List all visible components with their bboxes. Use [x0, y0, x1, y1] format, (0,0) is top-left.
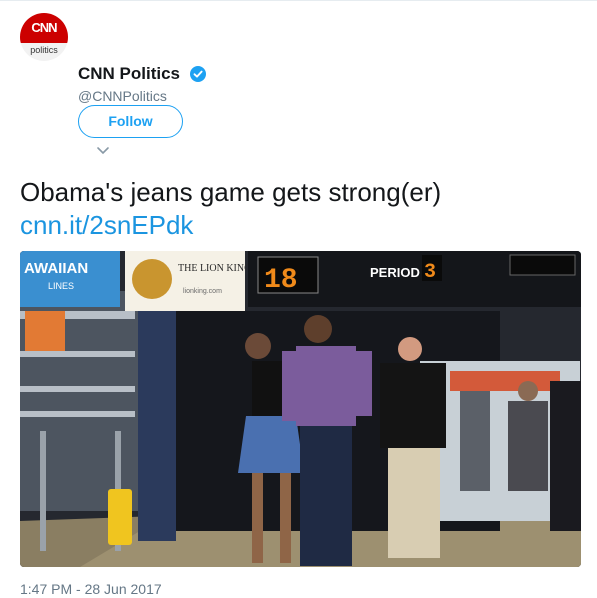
tweet-link[interactable]: cnn.it/2snEPdk: [20, 210, 193, 240]
tweet-body: Obama's jeans game gets strong(er): [20, 177, 442, 207]
banner-left-sub: LINES: [48, 281, 74, 291]
banner-center-title: THE LION KING: [178, 263, 251, 274]
tweet-text: Obama's jeans game gets strong(er) cnn.i…: [20, 176, 580, 242]
banner-left-text: AWAIIAN: [24, 260, 88, 277]
author-name[interactable]: CNN Politics: [78, 64, 180, 84]
photo-scene: AWAIIAN LINES THE LION KING lionking.com…: [20, 251, 581, 567]
scoreboard-home-score: 18: [264, 265, 298, 296]
avatar-subtitle: politics: [30, 45, 58, 55]
avatar[interactable]: CNN politics: [20, 13, 68, 61]
top-divider: [0, 0, 597, 1]
tweet-timestamp[interactable]: 1:47 PM - 28 Jun 2017: [20, 581, 162, 597]
chevron-down-icon[interactable]: [96, 146, 110, 156]
follow-button[interactable]: Follow: [78, 105, 183, 138]
tweet-photo[interactable]: AWAIIAN LINES THE LION KING lionking.com…: [20, 251, 581, 567]
banner-center-sub: lionking.com: [183, 288, 222, 295]
scoreboard-period-value: 3: [424, 261, 436, 284]
scoreboard-period-label: PERIOD: [370, 265, 420, 280]
verified-badge-icon: [190, 66, 206, 82]
author-handle[interactable]: @CNNPolitics: [78, 88, 167, 104]
cnn-logo: CNN: [20, 13, 68, 43]
